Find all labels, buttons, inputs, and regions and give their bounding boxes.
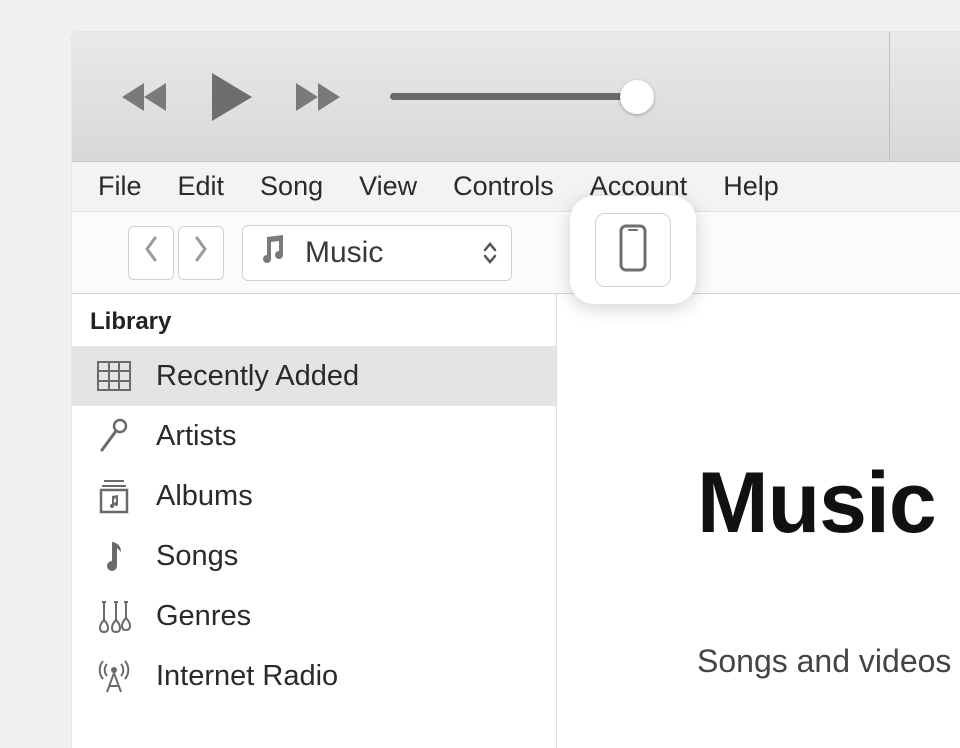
sidebar-item-label: Albums [156, 480, 253, 513]
album-icon [94, 478, 134, 514]
forward-button[interactable] [178, 226, 224, 280]
note-icon [94, 538, 134, 574]
previous-track-icon[interactable] [120, 79, 170, 115]
menu-controls[interactable]: Controls [435, 165, 572, 208]
toolbar: Music [72, 212, 960, 294]
sidebar-item-genres[interactable]: Genres [72, 586, 556, 646]
sidebar-item-label: Artists [156, 420, 237, 453]
sidebar: Library Recently Added Artists Albums [72, 294, 557, 748]
menu-view[interactable]: View [341, 165, 435, 208]
chevron-left-icon [143, 236, 159, 269]
media-type-label: Music [305, 236, 383, 270]
play-icon[interactable] [206, 69, 256, 125]
divider [889, 32, 890, 161]
page-title: Music [697, 454, 960, 553]
sidebar-item-internet-radio[interactable]: Internet Radio [72, 646, 556, 706]
menu-bar: File Edit Song View Controls Account Hel… [72, 162, 960, 212]
phone-icon [618, 224, 648, 277]
sidebar-item-label: Recently Added [156, 360, 359, 393]
sidebar-item-label: Songs [156, 540, 238, 573]
volume-slider[interactable] [390, 93, 640, 100]
microphone-icon [94, 418, 134, 454]
playback-bar [72, 32, 960, 162]
grid-icon [94, 361, 134, 391]
device-callout [570, 196, 696, 304]
music-note-icon [257, 233, 287, 273]
main-content: Music Songs and videos [557, 294, 960, 748]
sidebar-item-artists[interactable]: Artists [72, 406, 556, 466]
menu-file[interactable]: File [80, 165, 160, 208]
sidebar-header: Library [72, 294, 556, 346]
volume-thumb[interactable] [620, 80, 654, 114]
app-window: File Edit Song View Controls Account Hel… [72, 32, 960, 748]
chevron-right-icon [193, 236, 209, 269]
menu-edit[interactable]: Edit [160, 165, 243, 208]
volume-track [390, 93, 640, 100]
sidebar-item-songs[interactable]: Songs [72, 526, 556, 586]
device-button[interactable] [595, 213, 671, 287]
sidebar-item-recently-added[interactable]: Recently Added [72, 346, 556, 406]
nav-group [128, 226, 224, 280]
playback-controls [120, 69, 342, 125]
next-track-icon[interactable] [292, 79, 342, 115]
back-button[interactable] [128, 226, 174, 280]
antenna-icon [94, 658, 134, 694]
sidebar-item-albums[interactable]: Albums [72, 466, 556, 526]
sidebar-item-label: Genres [156, 600, 251, 633]
media-type-selector[interactable]: Music [242, 225, 512, 281]
guitar-icon [94, 598, 134, 634]
menu-song[interactable]: Song [242, 165, 341, 208]
menu-help[interactable]: Help [705, 165, 797, 208]
sidebar-item-label: Internet Radio [156, 660, 338, 693]
page-subtitle: Songs and videos [697, 643, 960, 680]
content-area: Library Recently Added Artists Albums [72, 294, 960, 748]
stepper-icon [483, 241, 497, 265]
